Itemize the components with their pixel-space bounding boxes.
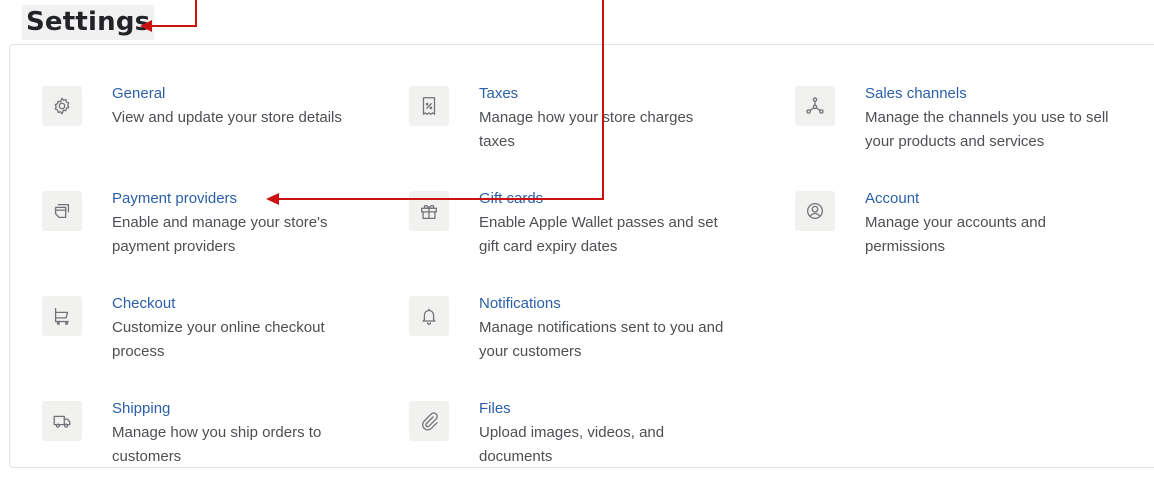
settings-item-checkout[interactable]: Checkout Customize your online checkout … bbox=[42, 294, 362, 382]
settings-item-description: Enable Apple Wallet passes and set gift … bbox=[479, 214, 718, 255]
settings-item-title[interactable]: General bbox=[112, 84, 165, 104]
page-title: Settings bbox=[22, 5, 155, 40]
settings-item-title[interactable]: Account bbox=[865, 189, 919, 209]
cart-icon bbox=[42, 296, 82, 336]
settings-item-general[interactable]: General View and update your store detai… bbox=[42, 84, 362, 172]
settings-item-description: Manage notifications sent to you and you… bbox=[479, 319, 724, 360]
truck-icon bbox=[42, 401, 82, 441]
bell-icon bbox=[409, 296, 449, 336]
settings-item-title[interactable]: Sales channels bbox=[865, 84, 967, 104]
settings-item-description: Manage how you ship orders to customers bbox=[112, 424, 322, 465]
settings-item-description: View and update your store details bbox=[112, 109, 342, 126]
settings-item-description: Upload images, videos, and documents bbox=[479, 424, 665, 465]
tax-receipt-icon bbox=[409, 86, 449, 126]
settings-item-title[interactable]: Files bbox=[479, 399, 511, 419]
settings-item-sales-channels[interactable]: Sales channels Manage the channels you u… bbox=[795, 84, 1115, 172]
gift-icon bbox=[409, 191, 449, 231]
settings-item-description: Enable and manage your store's payment p… bbox=[112, 214, 328, 255]
settings-item-description: Manage your accounts and permissions bbox=[865, 214, 1046, 255]
settings-item-gift-cards[interactable]: Gift cards Enable Apple Wallet passes an… bbox=[409, 189, 729, 277]
settings-item-description: Customize your online checkout process bbox=[112, 319, 325, 360]
settings-item-title[interactable]: Checkout bbox=[112, 294, 175, 314]
gear-icon bbox=[42, 86, 82, 126]
payment-card-icon bbox=[42, 191, 82, 231]
sales-channels-icon bbox=[795, 86, 835, 126]
settings-item-payment-providers[interactable]: Payment providers Enable and manage your… bbox=[42, 189, 362, 277]
account-icon bbox=[795, 191, 835, 231]
settings-item-account[interactable]: Account Manage your accounts and permiss… bbox=[795, 189, 1115, 277]
settings-item-description: Manage the channels you use to sell your… bbox=[865, 109, 1109, 150]
settings-item-shipping[interactable]: Shipping Manage how you ship orders to c… bbox=[42, 399, 362, 487]
settings-item-title[interactable]: Taxes bbox=[479, 84, 518, 104]
settings-item-title[interactable]: Shipping bbox=[112, 399, 170, 419]
settings-item-taxes[interactable]: Taxes Manage how your store charges taxe… bbox=[409, 84, 729, 172]
settings-item-notifications[interactable]: Notifications Manage notifications sent … bbox=[409, 294, 729, 382]
settings-item-title[interactable]: Gift cards bbox=[479, 189, 543, 209]
settings-item-title[interactable]: Notifications bbox=[479, 294, 561, 314]
settings-item-description: Manage how your store charges taxes bbox=[479, 109, 694, 150]
settings-item-title[interactable]: Payment providers bbox=[112, 189, 237, 209]
paperclip-icon bbox=[409, 401, 449, 441]
settings-item-files[interactable]: Files Upload images, videos, and documen… bbox=[409, 399, 729, 487]
